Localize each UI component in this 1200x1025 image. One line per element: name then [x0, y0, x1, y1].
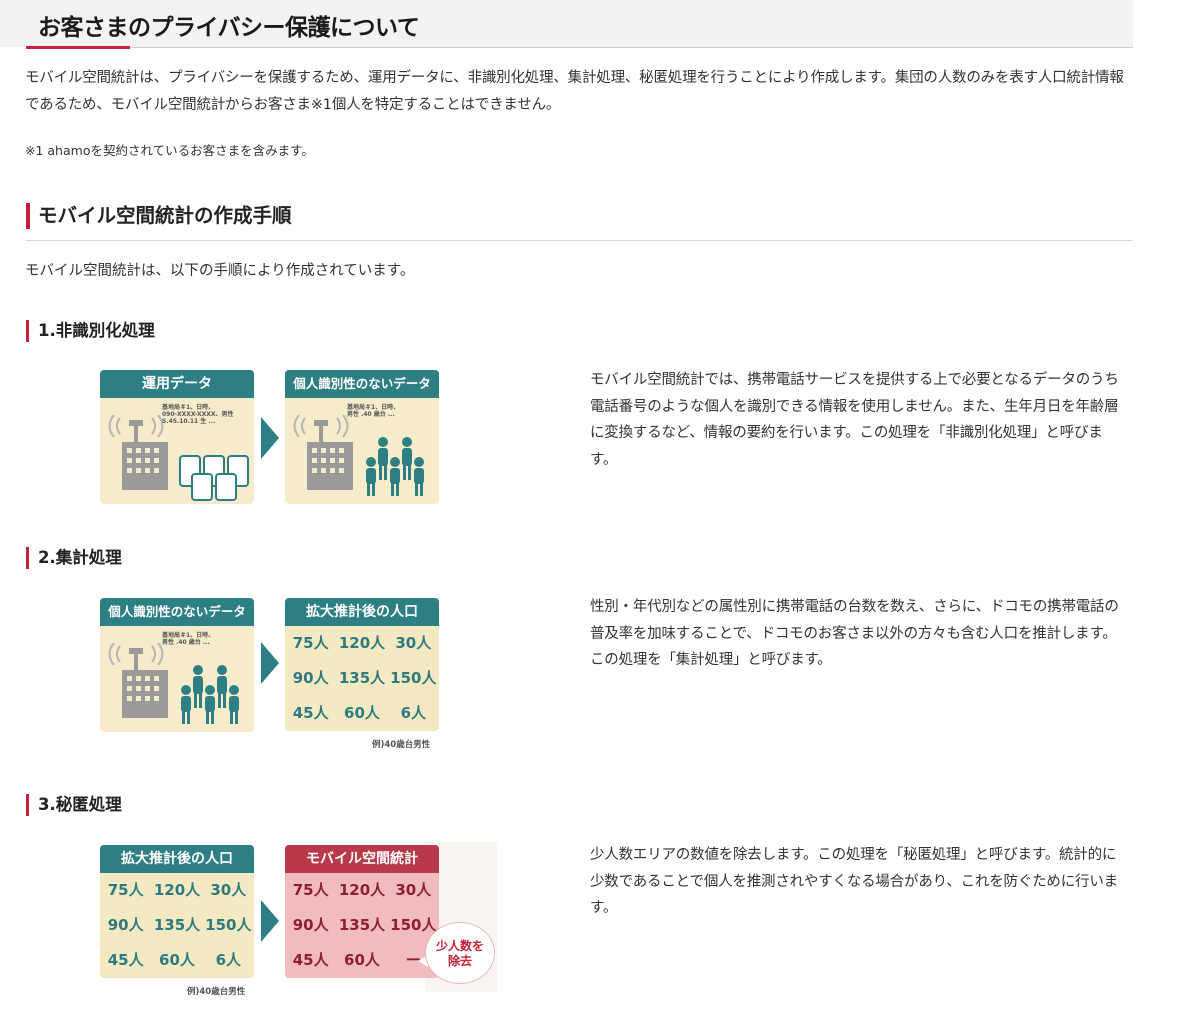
table-cell: 45人 — [107, 951, 144, 969]
step1-card-right-illustration: 基地局＃1、日時、 男性 .40 歳台 ... — [285, 398, 439, 504]
step2-card-left-title: 個人識別性のないデータ — [100, 598, 254, 626]
arrow-right-icon — [261, 900, 279, 942]
arrow-right-icon — [261, 417, 279, 459]
procedure-heading: モバイル空間統計の作成手順 — [26, 203, 292, 229]
procedure-intro: モバイル空間統計は、以下の手順により作成されています。 — [25, 263, 415, 279]
procedure-divider — [26, 240, 1133, 241]
step1-card-right-title: 個人識別性のないデータ — [285, 370, 439, 398]
table-cell: 6人 — [215, 951, 242, 969]
table-cell: 120人 — [338, 634, 386, 652]
people-icons — [181, 665, 239, 724]
step3-card-left-title: 拡大推計後の人口 — [100, 845, 254, 873]
title-accent-bar — [26, 46, 130, 49]
remove-small-counts-bubble: 少人数を 除去 — [425, 922, 495, 984]
step2-example-label: 例)40歳台男性 — [372, 740, 431, 750]
page: お客さまのプライバシー保護について モバイル空間統計は、プライバシーを保護するた… — [0, 0, 1200, 1025]
table-cell: 45人 — [292, 704, 329, 722]
step2-card-left-caption: 基地局＃1、日時、 男性 .40 歳台 ... — [162, 632, 215, 646]
table-cell: 75人 — [292, 881, 329, 899]
table-cell: 150人 — [390, 669, 437, 687]
step2-card-estimated-population: 拡大推計後の人口 75人 120人 30人 90人 135人 150人 45人 … — [285, 598, 439, 731]
step2-heading: 2.集計処理 — [26, 547, 122, 569]
step3-population-table: 75人 120人 30人 90人 135人 150人 45人 60人 6人 — [100, 873, 254, 978]
step2-card-left-illustration: 基地局＃1、日時、 男性 .40 歳台 ... — [100, 626, 254, 732]
table-cell: 135人 — [153, 916, 201, 934]
page-title: お客さまのプライバシー保護について — [38, 15, 420, 41]
footnote: ※1 ahamoを契約されているお客さまを含みます。 — [25, 143, 314, 158]
step1-card-operational-data: 運用データ 基地局＃1、日時、 090-XXXX-XXXX、男性 S.45.10… — [100, 370, 254, 504]
step1-card-left-caption: 基地局＃1、日時、 090-XXXX-XXXX、男性 S.45.10.11 生 … — [162, 404, 234, 425]
table-cell: 60人 — [344, 951, 380, 969]
table-cell: 120人 — [338, 881, 386, 899]
step2-card-deidentified-data: 個人識別性のないデータ 基地局＃1、日時、 男性 .40 歳台 ... — [100, 598, 254, 732]
table-cell: 30人 — [395, 881, 432, 899]
step1-card-right-caption: 基地局＃1、日時、 男性 .40 歳台 ... — [347, 404, 400, 418]
table-cell: 90人 — [292, 916, 329, 934]
table-cell: 60人 — [344, 704, 380, 722]
step3-description: 少人数エリアの数値を除去します。この処理を「秘匿処理」と呼びます。統計的に少数で… — [590, 847, 1118, 916]
step1-heading: 1.非識別化処理 — [26, 320, 155, 342]
step1-card-deidentified-data: 個人識別性のないデータ 基地局＃1、日時、 男性 .40 歳台 ... — [285, 370, 439, 504]
step1-description: モバイル空間統計では、携帯電話サービスを提供する上で必要となるデータのうち電話番… — [590, 372, 1119, 468]
table-cell: 30人 — [210, 881, 247, 899]
arrow-right-icon — [261, 642, 279, 684]
people-icons — [366, 437, 424, 496]
table-cell: 90人 — [292, 669, 329, 687]
step2-card-right-title: 拡大推計後の人口 — [285, 598, 439, 626]
smartphone-icons — [179, 455, 249, 501]
step2-population-table: 75人 120人 30人 90人 135人 150人 45人 60人 6人 — [285, 626, 439, 731]
table-cell: 135人 — [338, 916, 386, 934]
step3-example-label: 例)40歳台男性 — [187, 987, 246, 997]
step3-statistics-table: 75人 120人 30人 90人 135人 150人 45人 60人 ー — [285, 873, 439, 978]
step1-card-left-illustration: 基地局＃1、日時、 090-XXXX-XXXX、男性 S.45.10.11 生 … — [100, 398, 254, 504]
step3-heading: 3.秘匿処理 — [26, 794, 122, 816]
table-cell: 75人 — [292, 634, 329, 652]
table-cell: 45人 — [292, 951, 329, 969]
table-cell: 135人 — [338, 669, 386, 687]
step1-card-left-title: 運用データ — [100, 370, 254, 398]
table-cell: 120人 — [153, 881, 201, 899]
step3-card-right-title: モバイル空間統計 — [285, 845, 439, 873]
step3-card-mobile-spatial-statistics: モバイル空間統計 75人 120人 30人 90人 135人 150人 45人 … — [285, 845, 439, 978]
table-cell: 90人 — [107, 916, 144, 934]
step3-card-estimated-population: 拡大推計後の人口 75人 120人 30人 90人 135人 150人 45人 … — [100, 845, 254, 978]
title-divider — [26, 47, 1133, 48]
table-cell: 6人 — [400, 704, 427, 722]
table-cell: 60人 — [159, 951, 195, 969]
step2-description: 性別・年代別などの属性別に携帯電話の台数を数え、さらに、ドコモの携帯電話の普及率… — [590, 599, 1119, 668]
table-cell: 150人 — [205, 916, 252, 934]
table-cell: 75人 — [107, 881, 144, 899]
intro-paragraph: モバイル空間統計は、プライバシーを保護するため、運用データに、非識別化処理、集計… — [25, 70, 1124, 113]
table-cell: 30人 — [395, 634, 432, 652]
